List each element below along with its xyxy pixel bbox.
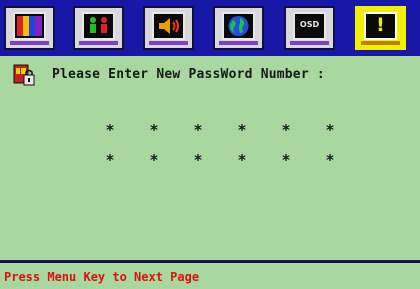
password-digit: * bbox=[237, 151, 247, 169]
menu-tab-bar: OSD ! bbox=[0, 0, 420, 56]
tab-security[interactable]: ! bbox=[355, 6, 406, 50]
lock-icon bbox=[13, 64, 37, 88]
password-row-confirm[interactable]: * * * * * * bbox=[100, 151, 340, 169]
people-icon bbox=[82, 12, 115, 40]
password-digit: * bbox=[281, 121, 291, 139]
password-digit: * bbox=[149, 121, 159, 139]
password-digit: * bbox=[193, 121, 203, 139]
password-row-new[interactable]: * * * * * * bbox=[100, 121, 340, 139]
tab-user[interactable] bbox=[73, 6, 124, 50]
tab-picture[interactable] bbox=[4, 6, 55, 50]
exclamation-icon: ! bbox=[364, 12, 397, 40]
password-digit: * bbox=[325, 151, 335, 169]
color-bars-icon bbox=[13, 12, 46, 40]
osd-icon: OSD bbox=[293, 12, 326, 40]
tab-geometry[interactable] bbox=[213, 6, 264, 50]
hint-bar: Press Menu Key to Next Page bbox=[0, 261, 420, 289]
osd-screen: OSD ! Please Enter New PassWord Number : bbox=[0, 0, 420, 289]
password-digit: * bbox=[105, 151, 115, 169]
footer-hint: Press Menu Key to Next Page bbox=[4, 270, 200, 284]
password-digit: * bbox=[105, 121, 115, 139]
globe-icon bbox=[222, 12, 255, 40]
password-digit: * bbox=[193, 151, 203, 169]
speaker-icon bbox=[152, 12, 185, 40]
tab-audio[interactable] bbox=[143, 6, 194, 50]
password-digit: * bbox=[237, 121, 247, 139]
password-digit: * bbox=[281, 151, 291, 169]
tab-osd[interactable]: OSD bbox=[284, 6, 335, 50]
password-digit: * bbox=[325, 121, 335, 139]
password-prompt: Please Enter New PassWord Number : bbox=[52, 67, 325, 82]
password-digit: * bbox=[149, 151, 159, 169]
password-panel: Please Enter New PassWord Number : * * *… bbox=[0, 56, 420, 260]
